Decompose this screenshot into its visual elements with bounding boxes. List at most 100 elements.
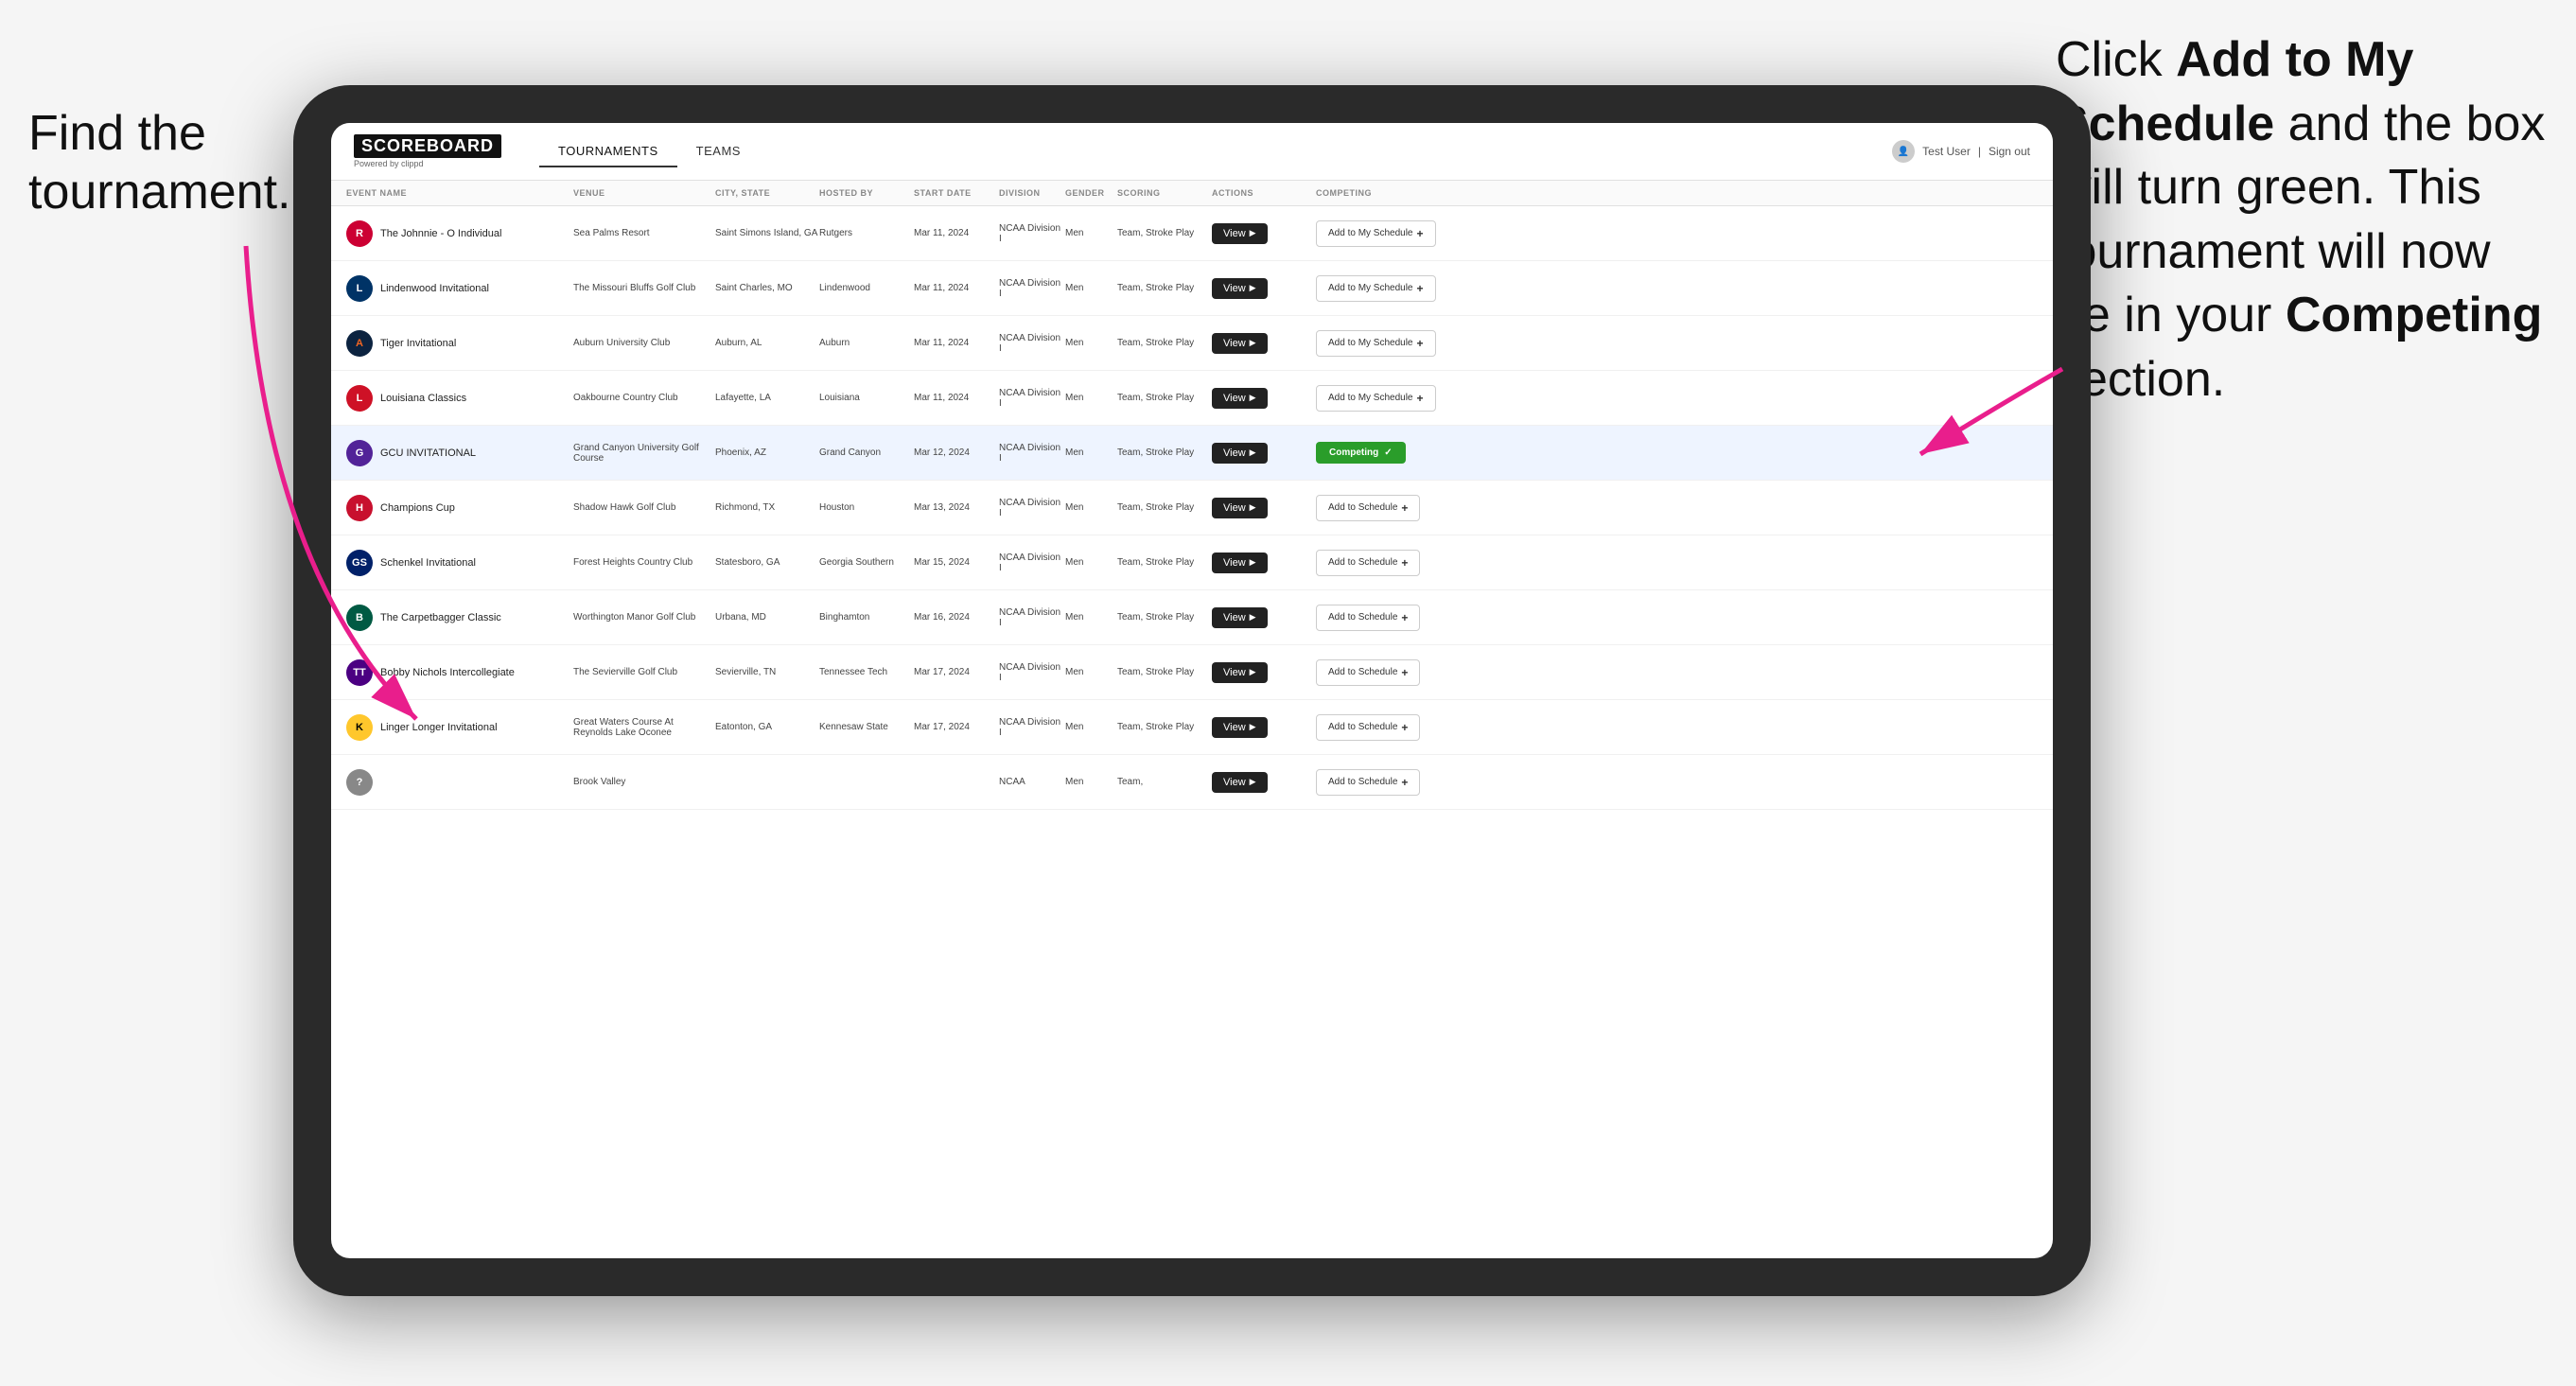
event-name-cell: ? [346,769,573,796]
start-date-cell: Mar 11, 2024 [914,283,999,293]
hosted-by-cell: Houston [819,502,914,513]
col-scoring: SCORING [1117,188,1212,198]
nav-tabs: TOURNAMENTS TEAMS [539,136,760,167]
divider: | [1978,145,1981,158]
venue-cell: Worthington Manor Golf Club [573,612,715,623]
view-button[interactable]: View ▶ [1212,443,1268,464]
scoring-cell: Team, Stroke Play [1117,283,1212,293]
hosted-by-cell: Auburn [819,338,914,348]
competing-cell: Add to Schedule + [1316,605,2038,631]
gender-cell: Men [1065,612,1117,623]
tab-tournaments[interactable]: TOURNAMENTS [539,136,677,167]
add-to-schedule-button[interactable]: Add to Schedule + [1316,659,1420,686]
view-button[interactable]: View ▶ [1212,388,1268,409]
start-date-cell: Mar 13, 2024 [914,502,999,513]
add-to-schedule-button[interactable]: Add to Schedule + [1316,714,1420,741]
view-button[interactable]: View ▶ [1212,553,1268,573]
actions-cell: View ▶ [1212,498,1316,518]
start-date-cell: Mar 17, 2024 [914,667,999,677]
venue-cell: The Sevierville Golf Club [573,667,715,677]
start-date-cell: Mar 12, 2024 [914,447,999,458]
competing-cell: Add to Schedule + [1316,659,2038,686]
actions-cell: View ▶ [1212,223,1316,244]
view-button[interactable]: View ▶ [1212,333,1268,354]
add-to-schedule-button[interactable]: Add to Schedule + [1316,605,1420,631]
division-cell: NCAA [999,777,1065,787]
table-row: RThe Johnnie - O IndividualSea Palms Res… [331,206,2053,261]
actions-cell: View ▶ [1212,772,1316,793]
top-bar-right: 👤 Test User | Sign out [1892,140,2030,163]
col-division: DIVISION [999,188,1065,198]
scoring-cell: Team, Stroke Play [1117,447,1212,458]
sign-out-link[interactable]: Sign out [1989,145,2030,158]
actions-cell: View ▶ [1212,278,1316,299]
venue-cell: Sea Palms Resort [573,228,715,238]
table-row: LLindenwood InvitationalThe Missouri Blu… [331,261,2053,316]
division-cell: NCAA Division I [999,553,1065,573]
actions-cell: View ▶ [1212,443,1316,464]
gender-cell: Men [1065,777,1117,787]
division-cell: NCAA Division I [999,278,1065,299]
start-date-cell: Mar 16, 2024 [914,612,999,623]
view-button[interactable]: View ▶ [1212,278,1268,299]
competing-cell: Add to Schedule + [1316,714,2038,741]
add-to-schedule-button[interactable]: Add to Schedule + [1316,495,1420,521]
add-to-schedule-button[interactable]: Add to My Schedule + [1316,275,1436,302]
view-button[interactable]: View ▶ [1212,223,1268,244]
view-button[interactable]: View ▶ [1212,498,1268,518]
venue-cell: Forest Heights Country Club [573,557,715,568]
actions-cell: View ▶ [1212,662,1316,683]
actions-cell: View ▶ [1212,333,1316,354]
col-venue: VENUE [573,188,715,198]
add-to-schedule-button[interactable]: Add to My Schedule + [1316,220,1436,247]
view-button[interactable]: View ▶ [1212,607,1268,628]
view-button[interactable]: View ▶ [1212,772,1268,793]
actions-cell: View ▶ [1212,388,1316,409]
city-state-cell: Saint Simons Island, GA [715,228,819,238]
gender-cell: Men [1065,447,1117,458]
col-competing: COMPETING [1316,188,2038,198]
division-cell: NCAA Division I [999,717,1065,738]
division-cell: NCAA Division I [999,443,1065,464]
gender-cell: Men [1065,338,1117,348]
hosted-by-cell: Lindenwood [819,283,914,293]
scoring-cell: Team, [1117,777,1212,787]
view-button[interactable]: View ▶ [1212,662,1268,683]
scoring-cell: Team, Stroke Play [1117,722,1212,732]
app-logo-sub: Powered by clippd [354,159,501,168]
user-avatar: 👤 [1892,140,1915,163]
scoring-cell: Team, Stroke Play [1117,393,1212,403]
venue-cell: Great Waters Course At Reynolds Lake Oco… [573,717,715,738]
competing-cell: Add to Schedule + [1316,550,2038,576]
venue-cell: The Missouri Bluffs Golf Club [573,283,715,293]
table-row: TTBobby Nichols IntercollegiateThe Sevie… [331,645,2053,700]
gender-cell: Men [1065,502,1117,513]
competing-cell: Add to My Schedule + [1316,275,2038,302]
actions-cell: View ▶ [1212,717,1316,738]
city-state-cell: Urbana, MD [715,612,819,623]
col-start-date: START DATE [914,188,999,198]
table-header: EVENT NAME VENUE CITY, STATE HOSTED BY S… [331,181,2053,206]
division-cell: NCAA Division I [999,388,1065,409]
competing-button[interactable]: Competing ✓ [1316,442,1406,464]
division-cell: NCAA Division I [999,607,1065,628]
table-row: ?Brook ValleyNCAAMenTeam,View ▶Add to Sc… [331,755,2053,810]
add-to-schedule-button[interactable]: Add to My Schedule + [1316,385,1436,412]
add-to-schedule-button[interactable]: Add to Schedule + [1316,550,1420,576]
add-to-schedule-button[interactable]: Add to My Schedule + [1316,330,1436,357]
scoring-cell: Team, Stroke Play [1117,557,1212,568]
division-cell: NCAA Division I [999,662,1065,683]
hosted-by-cell: Kennesaw State [819,722,914,732]
start-date-cell: Mar 11, 2024 [914,228,999,238]
venue-cell: Shadow Hawk Golf Club [573,502,715,513]
start-date-cell: Mar 17, 2024 [914,722,999,732]
add-to-schedule-button[interactable]: Add to Schedule + [1316,769,1420,796]
gender-cell: Men [1065,393,1117,403]
venue-cell: Oakbourne Country Club [573,393,715,403]
tab-teams[interactable]: TEAMS [677,136,760,167]
view-button[interactable]: View ▶ [1212,717,1268,738]
logo-area: SCOREBOARD Powered by clippd [354,134,501,168]
city-state-cell: Lafayette, LA [715,393,819,403]
division-cell: NCAA Division I [999,498,1065,518]
competing-cell: Add to Schedule + [1316,769,2038,796]
